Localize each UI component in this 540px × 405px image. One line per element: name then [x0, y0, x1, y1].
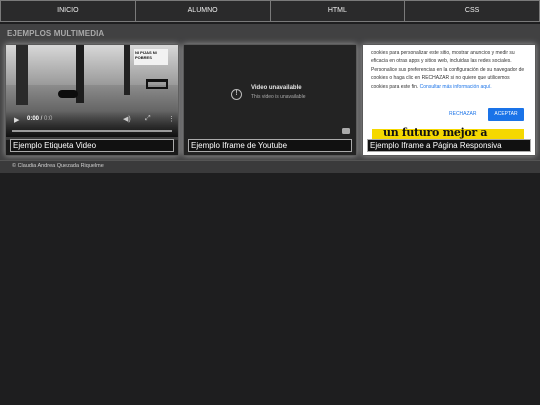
nav-alumno[interactable]: ALUMNO: [134, 0, 270, 22]
video-unavailable-title: Video unavailable: [251, 85, 302, 91]
video-time: 0:00 / 0:0: [27, 116, 53, 122]
fullscreen-icon[interactable]: ⤢: [145, 115, 151, 123]
youtube-logo-icon[interactable]: [342, 128, 350, 134]
video-caption: Ejemplo Etiqueta Video: [10, 139, 174, 152]
multimedia-section: EJEMPLOS MULTIMEDIA NI PIJAS NI POBRES ▶…: [0, 24, 540, 160]
cookie-info-link[interactable]: Consultar más información aquí.: [420, 84, 492, 90]
seek-bar[interactable]: [12, 130, 172, 132]
video-sign: NI PIJAS NI POBRES: [134, 49, 168, 65]
nav-inicio[interactable]: INICIO: [0, 0, 135, 22]
cookie-notice: cookies para personalizar este sitio, mo…: [371, 50, 525, 90]
reject-cookies-button[interactable]: RECHAZAR: [449, 111, 477, 117]
nav-css[interactable]: CSS: [404, 0, 540, 22]
main-nav: INICIO ALUMNO HTML CSS: [0, 0, 540, 22]
play-icon[interactable]: ▶: [14, 116, 19, 124]
headline-text: un futuro mejor a: [383, 126, 488, 139]
accept-cookies-button[interactable]: ACEPTAR: [488, 108, 524, 121]
section-title: EJEMPLOS MULTIMEDIA: [7, 29, 105, 38]
copyright-text: © Claudia Andrea Quezada Riquelme: [12, 163, 104, 169]
video-player[interactable]: NI PIJAS NI POBRES ▶ 0:00 / 0:0 ◀) ⤢ ⋮: [6, 45, 178, 140]
video-unavailable-subtitle: This video is unavailable: [251, 94, 306, 100]
iframe-caption: Ejemplo Iframe a Página Responsiva: [367, 139, 531, 152]
youtube-caption: Ejemplo Iframe de Youtube: [188, 139, 352, 152]
video-controls: ▶ 0:00 / 0:0 ◀) ⤢ ⋮: [6, 111, 178, 137]
youtube-card: ! Video unavailable This video is unavai…: [183, 44, 357, 156]
more-options-icon[interactable]: ⋮: [168, 115, 175, 123]
footer: © Claudia Andrea Quezada Riquelme: [0, 160, 540, 173]
iframe-card: cookies para personalizar este sitio, mo…: [362, 44, 536, 156]
nav-html[interactable]: HTML: [269, 0, 405, 22]
alert-circle-icon: !: [231, 89, 242, 100]
volume-icon[interactable]: ◀): [123, 115, 131, 123]
video-card: NI PIJAS NI POBRES ▶ 0:00 / 0:0 ◀) ⤢ ⋮ E…: [5, 44, 179, 156]
